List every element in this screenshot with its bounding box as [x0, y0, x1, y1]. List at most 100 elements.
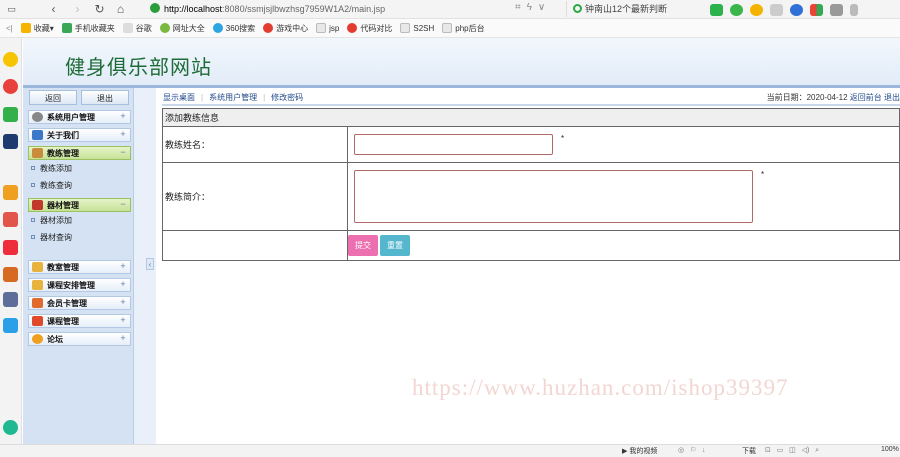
menu-icon[interactable] — [850, 3, 858, 16]
expand-icon: + — [120, 297, 126, 307]
menu-item-coach-query[interactable]: 教练查询 — [23, 177, 133, 194]
bullet-icon — [31, 235, 35, 239]
undo-icon[interactable] — [830, 3, 843, 16]
extension-icon[interactable] — [730, 3, 743, 16]
bookmark-item[interactable]: S2SH — [400, 23, 434, 33]
menu-group-classroom[interactable]: 教室管理 + — [28, 260, 131, 274]
collapse-icon: − — [120, 199, 126, 209]
game-icon[interactable] — [3, 267, 18, 282]
shield-icon[interactable] — [750, 3, 763, 16]
link-show-desktop[interactable]: 显示桌面 — [163, 92, 195, 103]
menu-group-course[interactable]: 课程管理 + — [28, 314, 131, 328]
app-icon[interactable] — [3, 185, 18, 200]
calendar-icon — [32, 200, 43, 210]
game-icon[interactable] — [3, 212, 18, 227]
site-title: 健身俱乐部网站 — [65, 57, 212, 79]
collapse-sidebar-icon[interactable]: ‹ — [146, 258, 154, 270]
reset-button[interactable]: 重置 — [380, 235, 410, 256]
divider — [162, 104, 900, 106]
coach-intro-textarea[interactable] — [354, 170, 753, 223]
expand-icon: + — [120, 315, 126, 325]
bookmarks-bar: <| 收藏 ▾ 手机收藏夹 谷歌 网址大全 360搜索 游戏中心 jsp 代码对比… — [0, 19, 900, 38]
separator: | — [201, 93, 204, 102]
app-icon[interactable] — [3, 134, 18, 149]
bookmark-item[interactable]: 网址大全 — [159, 23, 205, 34]
url-field[interactable]: http://localhost:8080/ssmjsjlbwzhsg7959W… — [150, 1, 505, 17]
coach-name-input[interactable] — [354, 134, 553, 155]
browser-toolbar: ▭ ‹ › ↻ ⌂ http://localhost:8080/ssmjsjlb… — [0, 0, 900, 19]
page-icon — [400, 23, 411, 33]
expand-icon: + — [120, 279, 126, 289]
menu-group-member-card[interactable]: 会员卡管理 + — [28, 296, 131, 310]
link-exit[interactable]: 退出 — [884, 93, 900, 102]
status-icons[interactable]: ◎ ⚐ ↓ — [678, 446, 706, 454]
coach-intro-label: 教练简介： — [162, 162, 348, 231]
expand-icon: + — [120, 261, 126, 271]
bookmark-item[interactable]: 谷歌 — [122, 23, 152, 34]
bullet-icon — [31, 183, 35, 187]
menu-group-system-users[interactable]: 系统用户管理 + — [28, 110, 131, 124]
link-system-users[interactable]: 系统用户管理 — [209, 92, 257, 103]
search-icon[interactable] — [790, 3, 803, 16]
reload-icon[interactable]: ↻ — [92, 2, 107, 17]
apps-icon[interactable] — [810, 3, 823, 16]
back-button[interactable]: 返回 — [29, 90, 77, 105]
download-link[interactable]: 下载 — [742, 446, 756, 456]
zoom-level[interactable]: 100% — [881, 446, 899, 453]
coach-name-label: 教练姓名： — [162, 126, 348, 163]
search-field[interactable]: 钟南山12个最新判断 — [566, 1, 696, 17]
collapse-icon: − — [120, 147, 126, 157]
bookmark-item[interactable]: 360搜索 — [212, 23, 255, 34]
browser-side-strip — [0, 38, 22, 444]
scissors-icon[interactable] — [710, 3, 723, 16]
menu-group-coach[interactable]: 教练管理 − — [28, 146, 131, 160]
menu-item-coach-add[interactable]: 教练添加 — [23, 160, 133, 177]
page-icon — [316, 23, 327, 33]
submit-button[interactable]: 提交 — [348, 235, 378, 256]
expand-icon: + — [120, 111, 126, 121]
menu-group-forum[interactable]: 论坛 + — [28, 332, 131, 346]
tab-arrow-icon[interactable]: ▭ — [4, 2, 19, 17]
search-360-icon — [212, 23, 223, 33]
home-icon[interactable]: ⌂ — [113, 2, 128, 17]
link-change-password[interactable]: 修改密码 — [271, 92, 303, 103]
app-icon[interactable] — [3, 318, 18, 333]
star-icon — [20, 23, 31, 33]
status-tool-icons[interactable]: ⊡ ▭ ◫ ◁) ⌕ — [765, 446, 819, 455]
bookmark-item[interactable]: php后台 — [442, 23, 485, 34]
app-icon[interactable] — [3, 240, 18, 255]
bookmark-collapse-icon[interactable]: <| — [6, 24, 13, 33]
smile-icon — [32, 334, 43, 344]
menu-group-schedule[interactable]: 课程安排管理 + — [28, 278, 131, 292]
bookmark-item[interactable]: jsp — [316, 23, 339, 33]
bookmark-item[interactable]: 代码对比 — [347, 23, 392, 34]
menu-item-equipment-add[interactable]: 器材添加 — [23, 212, 133, 229]
game-icon — [263, 23, 274, 33]
forward-icon[interactable]: › — [70, 2, 85, 17]
add-icon[interactable] — [3, 420, 18, 435]
bookmark-item[interactable]: 游戏中心 — [263, 23, 308, 34]
quick-links: 显示桌面 | 系统用户管理 | 修改密码 — [163, 92, 303, 103]
video-link[interactable]: ▶ 我的视频 — [622, 446, 657, 456]
menu-group-equipment[interactable]: 器材管理 − — [28, 198, 131, 212]
address-tools-icon[interactable]: ⌗ϟ∨ — [515, 2, 551, 13]
gear-icon — [32, 112, 43, 122]
back-icon[interactable]: ‹ — [46, 2, 61, 17]
star-icon[interactable] — [3, 52, 18, 67]
link-back-to-front[interactable]: 返回前台 — [850, 93, 882, 102]
mail-icon[interactable] — [3, 107, 18, 122]
bookmark-item[interactable]: 手机收藏夹 — [61, 23, 115, 34]
weibo-icon[interactable] — [3, 79, 18, 94]
logout-button[interactable]: 退出 — [81, 90, 129, 105]
bookmark-item[interactable]: 收藏 ▾ — [20, 23, 54, 34]
card-icon — [32, 298, 43, 308]
form-title: 添加教练信息 — [162, 108, 900, 127]
game-icon[interactable] — [3, 292, 18, 307]
watermark: https://www.huzhan.com/ishop39397 — [412, 375, 789, 400]
mail-icon[interactable] — [770, 3, 783, 16]
menu-item-equipment-query[interactable]: 器材查询 — [23, 229, 133, 246]
compare-icon — [347, 23, 358, 33]
menu-group-about[interactable]: 关于我们 + — [28, 128, 131, 142]
phone-icon — [61, 23, 72, 33]
required-mark: * — [561, 134, 565, 143]
